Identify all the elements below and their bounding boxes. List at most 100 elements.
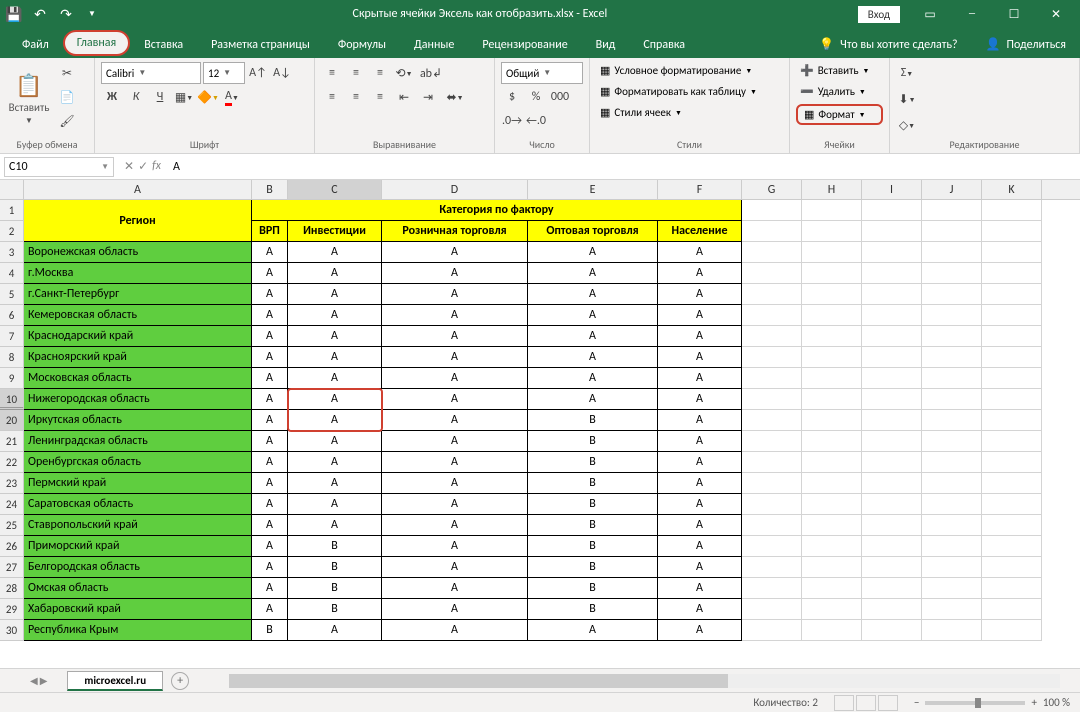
login-button[interactable]: Вход	[858, 6, 900, 23]
cell-value[interactable]: А	[252, 473, 288, 494]
cell-value[interactable]: А	[288, 242, 382, 263]
cell-region[interactable]: Нижегородская область	[24, 389, 252, 410]
cell-value[interactable]: А	[252, 452, 288, 473]
cell-value[interactable]: А	[382, 326, 528, 347]
cell-value[interactable]: В	[528, 494, 658, 515]
cell-region[interactable]: Хабаровский край	[24, 599, 252, 620]
cell-value[interactable]: А	[288, 431, 382, 452]
align-center-button[interactable]: ≡	[345, 86, 367, 108]
row-header[interactable]: 26	[0, 536, 24, 557]
clear-button[interactable]: ◇▼	[896, 114, 918, 136]
cell-value[interactable]: А	[252, 263, 288, 284]
font-name-combo[interactable]: Calibri▼	[101, 62, 201, 84]
cell-value[interactable]: А	[252, 599, 288, 620]
zoom-slider[interactable]	[925, 701, 1025, 705]
cell-value[interactable]: А	[528, 242, 658, 263]
cell-value[interactable]: А	[658, 452, 742, 473]
format-as-table-button[interactable]: ▦Форматировать как таблицу▼	[596, 83, 783, 100]
cell-value[interactable]: А	[658, 599, 742, 620]
row-header[interactable]: 24	[0, 494, 24, 515]
cell-value[interactable]: А	[252, 368, 288, 389]
maximize-icon[interactable]: ☐	[994, 0, 1034, 28]
row-header[interactable]: 7	[0, 326, 24, 347]
column-header[interactable]: G	[742, 180, 802, 199]
cell-value[interactable]: А	[658, 515, 742, 536]
cell-value[interactable]: А	[382, 389, 528, 410]
header-sub[interactable]: Розничная торговля	[382, 221, 528, 242]
cut-button[interactable]: ✂	[56, 62, 78, 84]
row-header[interactable]: 10	[0, 389, 24, 410]
close-icon[interactable]: ✕	[1036, 0, 1076, 28]
cell-value[interactable]: А	[252, 242, 288, 263]
cell-value[interactable]: А	[658, 389, 742, 410]
row-header[interactable]: 1	[0, 200, 24, 221]
cell-value[interactable]: А	[382, 494, 528, 515]
row-header[interactable]: 21	[0, 431, 24, 452]
cell-value[interactable]: В	[528, 599, 658, 620]
cell-value[interactable]: В	[528, 536, 658, 557]
font-color-button[interactable]: A▼	[221, 86, 243, 108]
header-sub[interactable]: ВРП	[252, 221, 288, 242]
tab-review[interactable]: Рецензирование	[468, 32, 581, 58]
cell-value[interactable]: А	[252, 578, 288, 599]
cell-value[interactable]: В	[528, 410, 658, 431]
insert-cells-button[interactable]: ➕Вставить▼	[796, 62, 883, 79]
cell-value[interactable]: А	[252, 347, 288, 368]
cell-value[interactable]: А	[658, 242, 742, 263]
cell-value[interactable]: А	[288, 263, 382, 284]
save-icon[interactable]: 💾	[4, 4, 24, 24]
cell-value[interactable]: А	[382, 536, 528, 557]
cell-region[interactable]: Омская область	[24, 578, 252, 599]
cell-value[interactable]: А	[382, 347, 528, 368]
conditional-formatting-button[interactable]: ▦Условное форматирование▼	[596, 62, 783, 79]
tab-home[interactable]: Главная	[63, 30, 130, 56]
ribbon-options-icon[interactable]: ▭	[910, 0, 950, 28]
cell-value[interactable]: А	[382, 263, 528, 284]
cell-region[interactable]: Ставропольский край	[24, 515, 252, 536]
cell-value[interactable]: А	[382, 473, 528, 494]
cell-value[interactable]: А	[658, 263, 742, 284]
align-middle-button[interactable]: ≡	[345, 62, 367, 84]
cell-value[interactable]: В	[528, 473, 658, 494]
column-header[interactable]: H	[802, 180, 862, 199]
tab-data[interactable]: Данные	[400, 32, 468, 58]
fill-button[interactable]: ⬇▼	[896, 88, 918, 110]
increase-indent-button[interactable]: ⇥	[417, 86, 439, 108]
view-page-break-button[interactable]	[878, 695, 898, 711]
paste-button[interactable]: 📋 Вставить ▼	[6, 62, 52, 136]
horizontal-scrollbar[interactable]	[229, 674, 1060, 688]
cell-value[interactable]: А	[382, 368, 528, 389]
cell-styles-button[interactable]: ▦Стили ячеек▼	[596, 104, 783, 121]
cell-value[interactable]: А	[252, 410, 288, 431]
column-header[interactable]: J	[922, 180, 982, 199]
cell-value[interactable]: А	[288, 305, 382, 326]
cell-value[interactable]: В	[528, 557, 658, 578]
cell-value[interactable]: А	[658, 347, 742, 368]
column-header[interactable]: F	[658, 180, 742, 199]
cell-value[interactable]: А	[252, 431, 288, 452]
cell-region[interactable]: Красноярский край	[24, 347, 252, 368]
cell-value[interactable]: В	[288, 536, 382, 557]
cell-value[interactable]: А	[658, 620, 742, 641]
cell-region[interactable]: Пермский край	[24, 473, 252, 494]
column-header[interactable]: B	[252, 180, 288, 199]
format-cells-button[interactable]: ▦Формат▼	[796, 104, 883, 125]
undo-icon[interactable]: ↶	[30, 4, 50, 24]
header-category[interactable]: Категория по фактору	[252, 200, 742, 221]
cell-value[interactable]: А	[658, 305, 742, 326]
row-header[interactable]: 28	[0, 578, 24, 599]
cell-value[interactable]: А	[382, 515, 528, 536]
cell-region[interactable]: Саратовская область	[24, 494, 252, 515]
cell-value[interactable]: А	[382, 305, 528, 326]
cell-value[interactable]: А	[658, 368, 742, 389]
row-header[interactable]: 23	[0, 473, 24, 494]
copy-button[interactable]: 📄	[56, 86, 78, 108]
cell-region[interactable]: Краснодарский край	[24, 326, 252, 347]
zoom-in-button[interactable]: +	[1031, 696, 1036, 709]
cell-value[interactable]: В	[288, 599, 382, 620]
cell-value[interactable]: А	[288, 473, 382, 494]
tab-help[interactable]: Справка	[629, 32, 699, 58]
cell-value[interactable]: А	[288, 347, 382, 368]
cell-value[interactable]: А	[658, 431, 742, 452]
header-sub[interactable]: Оптовая торговля	[528, 221, 658, 242]
